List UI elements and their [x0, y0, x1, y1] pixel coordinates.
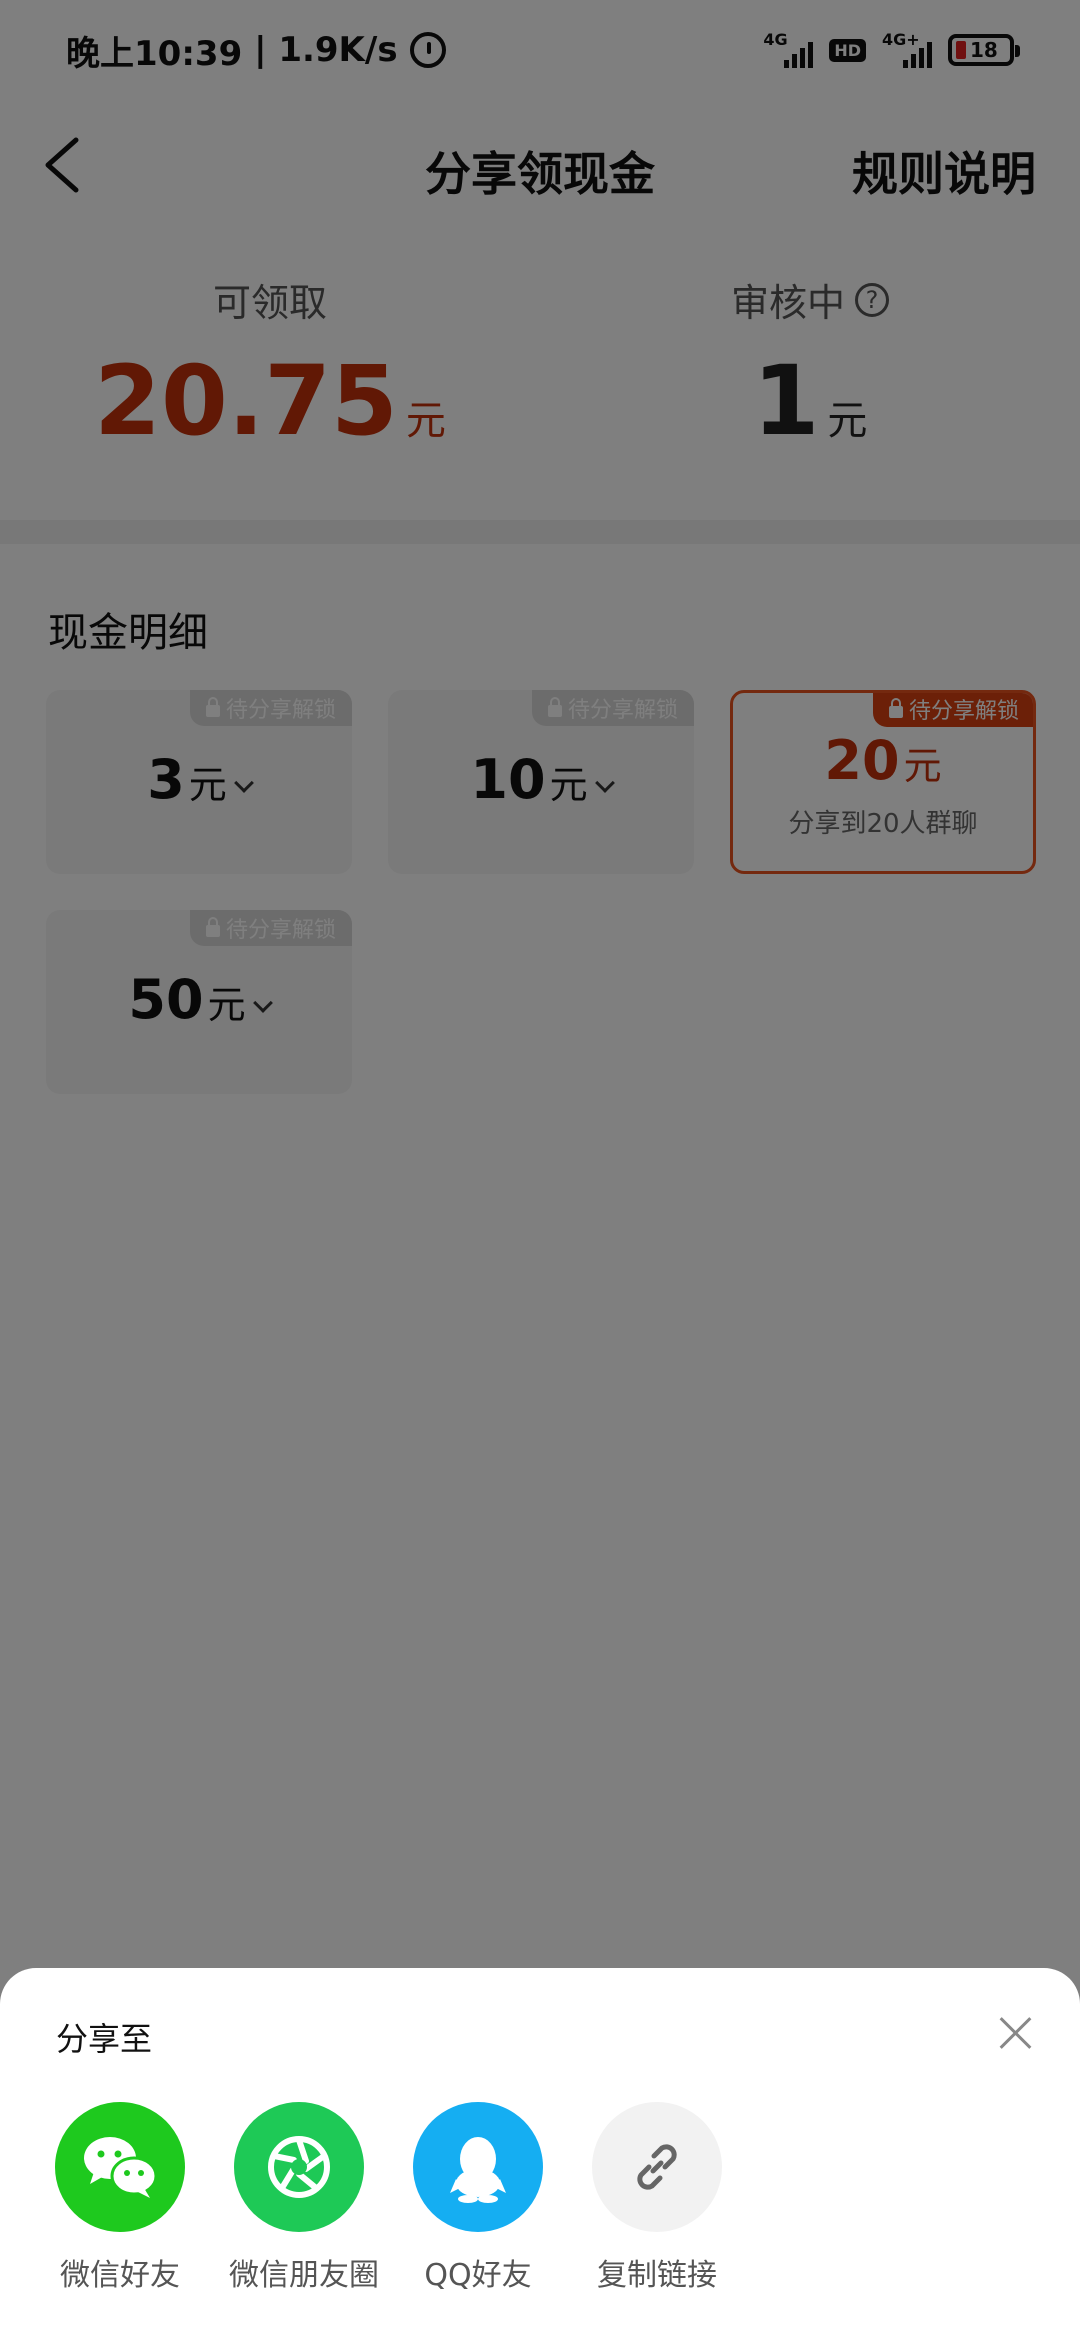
close-icon[interactable]: [990, 2008, 1040, 2058]
qq-icon: [413, 2102, 543, 2232]
wechat-icon: [55, 2102, 185, 2232]
share-label: 微信好友: [60, 2258, 180, 2293]
share-wechat-friend[interactable]: 微信好友: [50, 2102, 190, 2294]
moments-icon: [234, 2102, 364, 2232]
link-icon: [592, 2102, 722, 2232]
share-sheet: 分享至 微信好友 微信朋友圈 QQ好友 复制链接: [0, 1968, 1080, 2340]
share-wechat-moments[interactable]: 微信朋友圈: [229, 2102, 379, 2294]
share-qq-friend[interactable]: QQ好友: [408, 2102, 548, 2294]
share-label: QQ好友: [424, 2258, 532, 2293]
share-sheet-title: 分享至: [56, 2020, 153, 2058]
share-label: 复制链接: [597, 2258, 717, 2293]
share-label: 微信朋友圈: [229, 2258, 379, 2293]
share-copy-link[interactable]: 复制链接: [587, 2102, 727, 2294]
